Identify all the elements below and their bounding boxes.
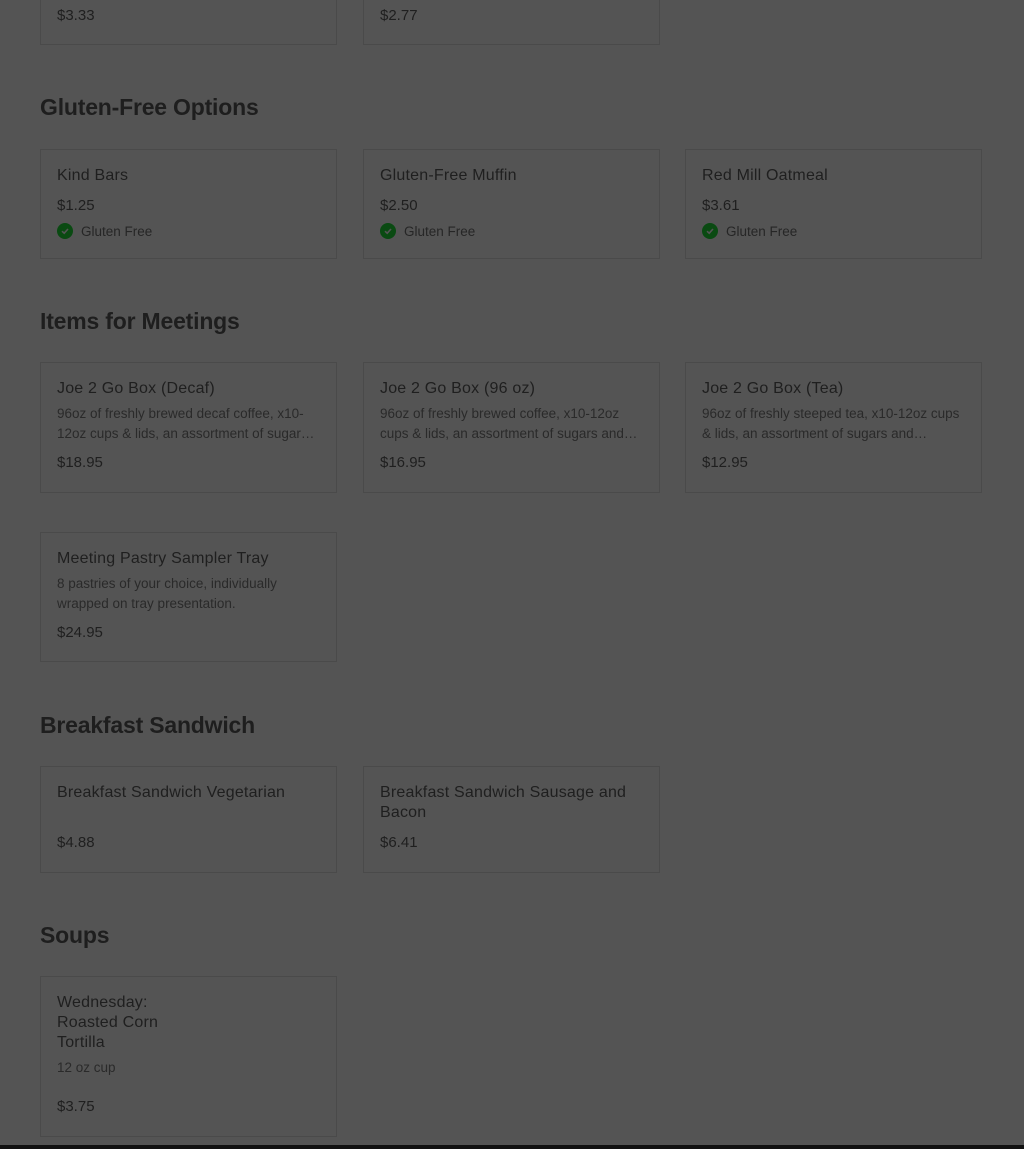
section-title-soups: Soups	[40, 922, 110, 948]
item-description: 96oz of freshly steeped tea, x10-12oz cu…	[702, 406, 960, 441]
item-name: Wednesday: Roasted Corn Tortilla	[57, 994, 159, 1051]
item-name: Red Mill Oatmeal	[702, 167, 828, 184]
item-name: Gluten-Free Muffin	[380, 167, 517, 184]
item-name: Joe 2 Go Box (Tea)	[702, 380, 844, 397]
gluten-free-badge: Gluten Free	[702, 223, 797, 239]
item-price: $24.95	[57, 624, 103, 641]
menu-item-card[interactable]: Red Mill Oatmeal $3.61 Gluten Free	[685, 149, 982, 259]
item-name: Joe 2 Go Box (96 oz)	[380, 380, 536, 397]
gluten-free-badge: Gluten Free	[380, 223, 475, 239]
menu-item-card[interactable]: $3.33	[40, 0, 337, 45]
section-title-meetings: Items for Meetings	[40, 308, 240, 334]
menu-item-card[interactable]: Joe 2 Go Box (Decaf) 96oz of freshly bre…	[40, 362, 337, 493]
item-price: $3.61	[702, 197, 740, 214]
badge-label: Gluten Free	[81, 223, 153, 239]
item-price: $3.33	[57, 7, 95, 24]
menu-page: $3.33 $2.77 Gluten-Free Options Kind Bar…	[0, 0, 1024, 1145]
item-price: $1.25	[57, 197, 95, 214]
menu-item-card[interactable]: Joe 2 Go Box (96 oz) 96oz of freshly bre…	[363, 362, 660, 493]
item-description: 96oz of freshly brewed decaf coffee, x10…	[57, 406, 308, 441]
badge-label: Gluten Free	[726, 223, 798, 239]
item-description: 96oz of freshly brewed coffee, x10-12oz …	[380, 406, 624, 441]
badge-label: Gluten Free	[404, 223, 476, 239]
menu-item-card[interactable]: Joe 2 Go Box (Tea) 96oz of freshly steep…	[685, 362, 982, 493]
item-price: $4.88	[57, 834, 95, 851]
menu-item-card[interactable]: Breakfast Sandwich Vegetarian $4.88	[40, 766, 337, 873]
item-name: Meeting Pastry Sampler Tray	[57, 550, 269, 567]
menu-item-card[interactable]: Breakfast Sandwich Sausage and Bacon $6.…	[363, 766, 660, 873]
section-title-gluten-free: Gluten-Free Options	[40, 94, 259, 120]
menu-item-card[interactable]: $2.77	[363, 0, 660, 45]
item-price: $12.95	[702, 454, 748, 471]
item-price: $6.41	[380, 834, 418, 851]
menu-item-card[interactable]: Wednesday: Roasted Corn Tortilla 12 oz c…	[40, 976, 337, 1137]
check-circle-icon	[380, 223, 396, 239]
item-name: Joe 2 Go Box (Decaf)	[57, 380, 215, 397]
section-title-breakfast-sandwich: Breakfast Sandwich	[40, 712, 255, 738]
item-price: $2.77	[380, 7, 418, 24]
check-circle-icon	[702, 223, 718, 239]
item-description: 8 pastries of your choice, individually …	[57, 576, 277, 611]
item-price: $3.75	[57, 1098, 95, 1115]
menu-item-card[interactable]: Meeting Pastry Sampler Tray 8 pastries o…	[40, 532, 337, 662]
item-description: 12 oz cup	[57, 1060, 116, 1075]
item-price: $16.95	[380, 454, 426, 471]
check-circle-icon	[57, 223, 73, 239]
gluten-free-badge: Gluten Free	[57, 223, 152, 239]
item-name: Breakfast Sandwich Vegetarian	[57, 784, 286, 801]
item-name: Breakfast Sandwich Sausage and Bacon	[380, 784, 627, 821]
menu-item-card[interactable]: Kind Bars $1.25 Gluten Free	[40, 149, 337, 259]
bottom-bar	[0, 1145, 1024, 1149]
item-price: $18.95	[57, 454, 103, 471]
item-name: Kind Bars	[57, 167, 129, 184]
item-price: $2.50	[380, 197, 418, 214]
menu-item-card[interactable]: Gluten-Free Muffin $2.50 Gluten Free	[363, 149, 660, 259]
